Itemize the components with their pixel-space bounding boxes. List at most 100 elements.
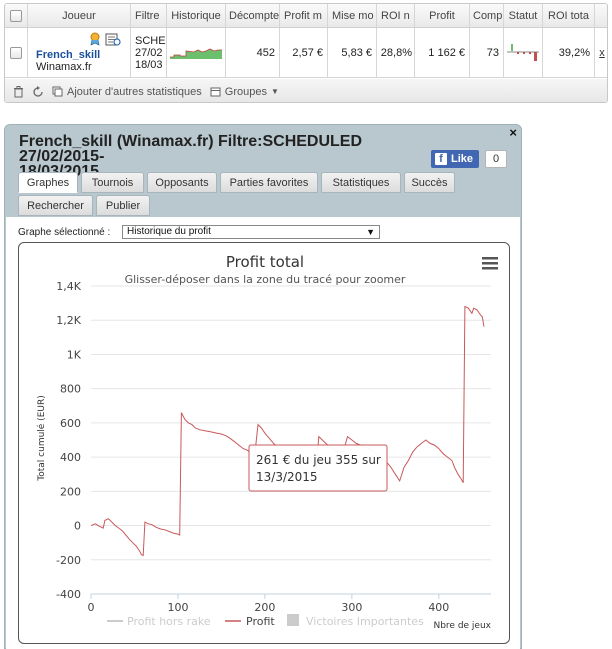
tab-tournois[interactable]: Tournois (81, 172, 144, 193)
select-all-checkbox[interactable] (10, 9, 22, 22)
player-cell[interactable]: French_skill Winamax.fr (28, 28, 131, 77)
y-tick-label: 200 (60, 485, 81, 498)
col-filtre[interactable]: Filtre (131, 4, 167, 27)
status-chart (507, 43, 539, 61)
grid-header: Joueur Filtre Historique Décompte Profit… (5, 4, 607, 28)
y-tick-label: -200 (56, 554, 81, 567)
legend-label-profit-hors-rake: Profit hors rake (127, 615, 211, 628)
chart-menu-icon[interactable] (482, 257, 498, 270)
y-axis-title: Total cumulé (EUR) (36, 395, 47, 481)
series-profit-line (90, 305, 485, 557)
player-name-link[interactable]: French_skill (36, 49, 100, 61)
col-roi-total[interactable]: ROI tota (543, 4, 595, 27)
history-cell (167, 28, 226, 77)
x-axis-ticks: 0 100 200 300 400 (88, 594, 449, 614)
y-tick-label: 0 (74, 520, 81, 533)
tab-publier[interactable]: Publier (96, 195, 150, 216)
close-icon[interactable]: × (509, 125, 517, 140)
filter-line-2: 27/02 (135, 46, 163, 59)
chart-legend: Profit hors rake Profit Victoires Import… (107, 614, 424, 628)
table-row[interactable]: French_skill Winamax.fr SCHED 27/02 18/0… (5, 28, 607, 78)
y-tick-label: -400 (56, 588, 81, 601)
facebook-icon: f (435, 153, 447, 165)
graph-select-value: Historique du profit (127, 226, 211, 237)
chart-title: Profit total (226, 253, 304, 271)
col-roi-n[interactable]: ROI n (377, 4, 415, 27)
legend-victoires-importantes[interactable]: Victoires Importantes (287, 614, 424, 628)
player-icons (88, 32, 121, 46)
results-grid: Joueur Filtre Historique Décompte Profit… (4, 3, 608, 103)
x-tick-label: 300 (341, 601, 362, 614)
add-stats-button[interactable]: Ajouter d'autres statistiques (52, 86, 202, 98)
award-icon (90, 32, 100, 46)
y-tick-label: 1,2K (56, 314, 81, 327)
col-decompte[interactable]: Décompte (226, 4, 280, 27)
col-historique[interactable]: Historique (167, 4, 226, 27)
legend-profit[interactable]: Profit (225, 615, 275, 628)
tab-statistiques[interactable]: Statistiques (321, 172, 401, 193)
y-tick-label: 600 (60, 417, 81, 430)
remove-row-link[interactable]: x (595, 28, 607, 77)
tooltip-line-1: 261 € du jeu 355 sur (256, 453, 381, 467)
col-profit-moyen[interactable]: Profit m (280, 4, 328, 27)
tooltip-line-2: 13/3/2015 (256, 470, 318, 484)
col-mise-moyenne[interactable]: Mise mo (328, 4, 377, 27)
profit-chart[interactable]: Profit total Glisser-déposer dans la zon… (18, 242, 510, 644)
add-stats-icon (52, 86, 63, 97)
grid-toolbar: Ajouter d'autres statistiques Groupes ▼ (5, 79, 607, 102)
facebook-like-button[interactable]: f Like (431, 150, 479, 168)
x-axis-title: Nbre de jeux (433, 621, 491, 631)
col-joueur[interactable]: Joueur (28, 4, 131, 27)
roi-total-cell: 39,2% (543, 28, 595, 77)
profit-moyen-cell: 2,57 € (280, 28, 328, 77)
legend-label-profit: Profit (246, 615, 275, 628)
tab-rechercher[interactable]: Rechercher (18, 195, 93, 216)
y-tick-label: 1,4K (56, 280, 81, 293)
chevron-down-icon: ▼ (366, 227, 375, 237)
col-profit[interactable]: Profit (415, 4, 470, 27)
col-remove (595, 4, 607, 27)
tab-opposants[interactable]: Opposants (147, 172, 217, 193)
details-icon[interactable] (105, 32, 121, 46)
tab-parties-favorites[interactable]: Parties favorites (220, 172, 318, 193)
filter-line-1: SCHED (135, 34, 166, 47)
tab-succes[interactable]: Succès (404, 172, 455, 193)
delete-icon[interactable] (13, 85, 24, 98)
y-tick-label: 800 (60, 383, 81, 396)
y-axis-ticks: -400 -200 0 200 400 600 800 1K 1,2K 1,4K (56, 280, 82, 601)
roi-n-cell: 28,8% (377, 28, 415, 77)
y-tick-label: 400 (60, 451, 81, 464)
chart-svg[interactable]: Profit total Glisser-déposer dans la zon… (19, 243, 510, 644)
dialog-title-line-1: French_skill (Winamax.fr) Filtre:SCHEDUL… (19, 133, 363, 165)
decompte-cell: 452 (226, 28, 280, 77)
player-dialog: French_skill (Winamax.fr) Filtre:SCHEDUL… (4, 124, 522, 649)
col-comp[interactable]: Comp (470, 4, 504, 27)
graph-select-label: Graphe sélectionné : (18, 227, 111, 238)
select-all-cell[interactable] (5, 4, 28, 27)
row-select-cell[interactable] (5, 28, 28, 77)
comp-cell: 73 (470, 28, 504, 77)
x-tick-label: 0 (88, 601, 95, 614)
x-tick-label: 100 (167, 601, 188, 614)
graph-panel: Graphe sélectionné : Historique du profi… (6, 217, 520, 649)
history-sparkline (170, 48, 222, 59)
chart-gridlines (91, 285, 491, 595)
filter-line-3: 18/03 (135, 58, 163, 71)
tab-graphes[interactable]: Graphes (18, 172, 78, 193)
col-statut[interactable]: Statut (504, 4, 543, 27)
legend-profit-hors-rake[interactable]: Profit hors rake (107, 615, 211, 628)
status-cell (504, 28, 543, 77)
chart-subtitle: Glisser-déposer dans la zone du tracé po… (125, 273, 406, 286)
player-site: Winamax.fr (36, 60, 92, 73)
x-tick-label: 400 (428, 601, 449, 614)
chart-tooltip: 261 € du jeu 355 sur 13/3/2015 (248, 444, 388, 492)
mise-moyenne-cell: 5,83 € (328, 28, 377, 77)
groups-menu[interactable]: Groupes ▼ (210, 86, 279, 98)
graph-select[interactable]: Historique du profit ▼ (122, 225, 380, 239)
x-tick-label: 200 (254, 601, 275, 614)
refresh-icon[interactable] (32, 85, 44, 98)
profit-cell: 1 162 € (415, 28, 470, 77)
row-checkbox[interactable] (10, 46, 22, 59)
legend-label-victoires-importantes: Victoires Importantes (306, 615, 424, 628)
like-label: Like (451, 153, 474, 165)
